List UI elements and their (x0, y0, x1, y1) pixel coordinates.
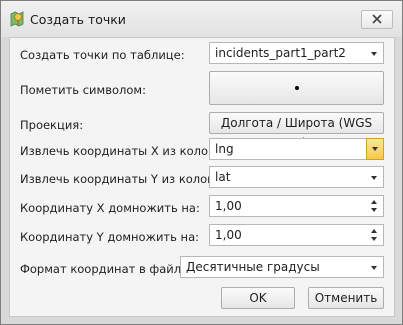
source-table-select[interactable]: incidents_part1_part2 (209, 42, 384, 64)
x-multiply-label: Координату X домножить на: (20, 201, 200, 215)
chevron-down-icon (371, 52, 377, 56)
symbol-label: Пометить символом: (20, 83, 146, 97)
y-multiply-value: 1,00 (215, 228, 242, 242)
projection-button[interactable]: Долгота / Широта (WGS 84) (209, 112, 384, 150)
chevron-down-icon (371, 176, 377, 180)
x-column-label: Извлечь координаты X из колонки: (20, 144, 234, 158)
y-multiply-label: Координату Y домножить на: (20, 230, 199, 244)
y-multiply-spinbox[interactable]: 1,00 (209, 224, 384, 246)
coord-format-value: Десятичные градусы (186, 260, 320, 274)
symbol-button[interactable] (209, 71, 384, 105)
source-table-value: incidents_part1_part2 (215, 46, 346, 60)
y-column-label: Извлечь координаты Y из колонки: (20, 172, 233, 186)
y-column-select[interactable]: lat (209, 166, 384, 188)
create-points-dialog: Создать точки Создать точки по таблице: … (0, 0, 403, 325)
source-table-label: Создать точки по таблице: (20, 48, 185, 62)
form-panel: Создать точки по таблице: incidents_part… (9, 37, 395, 317)
close-button[interactable] (361, 10, 393, 29)
chevron-down-icon (372, 147, 378, 151)
spin-arrows-icon[interactable] (370, 229, 378, 243)
window-title: Создать точки (30, 12, 126, 27)
x-column-value: lng (215, 142, 234, 156)
title-bar: Создать точки (1, 1, 402, 37)
map-pin-icon (9, 10, 25, 28)
point-symbol-icon (295, 86, 299, 90)
coord-format-label: Формат координат в файле: (20, 262, 193, 276)
cancel-button[interactable]: Отменить (308, 287, 384, 309)
spin-arrows-icon[interactable] (370, 200, 378, 214)
x-column-select[interactable]: lng (209, 138, 384, 160)
chevron-down-icon (371, 266, 377, 270)
ok-button[interactable]: OK (221, 287, 295, 309)
projection-label: Проекция: (20, 118, 84, 132)
coord-format-select[interactable]: Десятичные градусы (180, 256, 384, 278)
x-column-dropdown-button[interactable] (366, 138, 384, 160)
close-icon (372, 14, 382, 24)
y-column-value: lat (215, 170, 231, 184)
x-multiply-spinbox[interactable]: 1,00 (209, 195, 384, 217)
x-multiply-value: 1,00 (215, 199, 242, 213)
